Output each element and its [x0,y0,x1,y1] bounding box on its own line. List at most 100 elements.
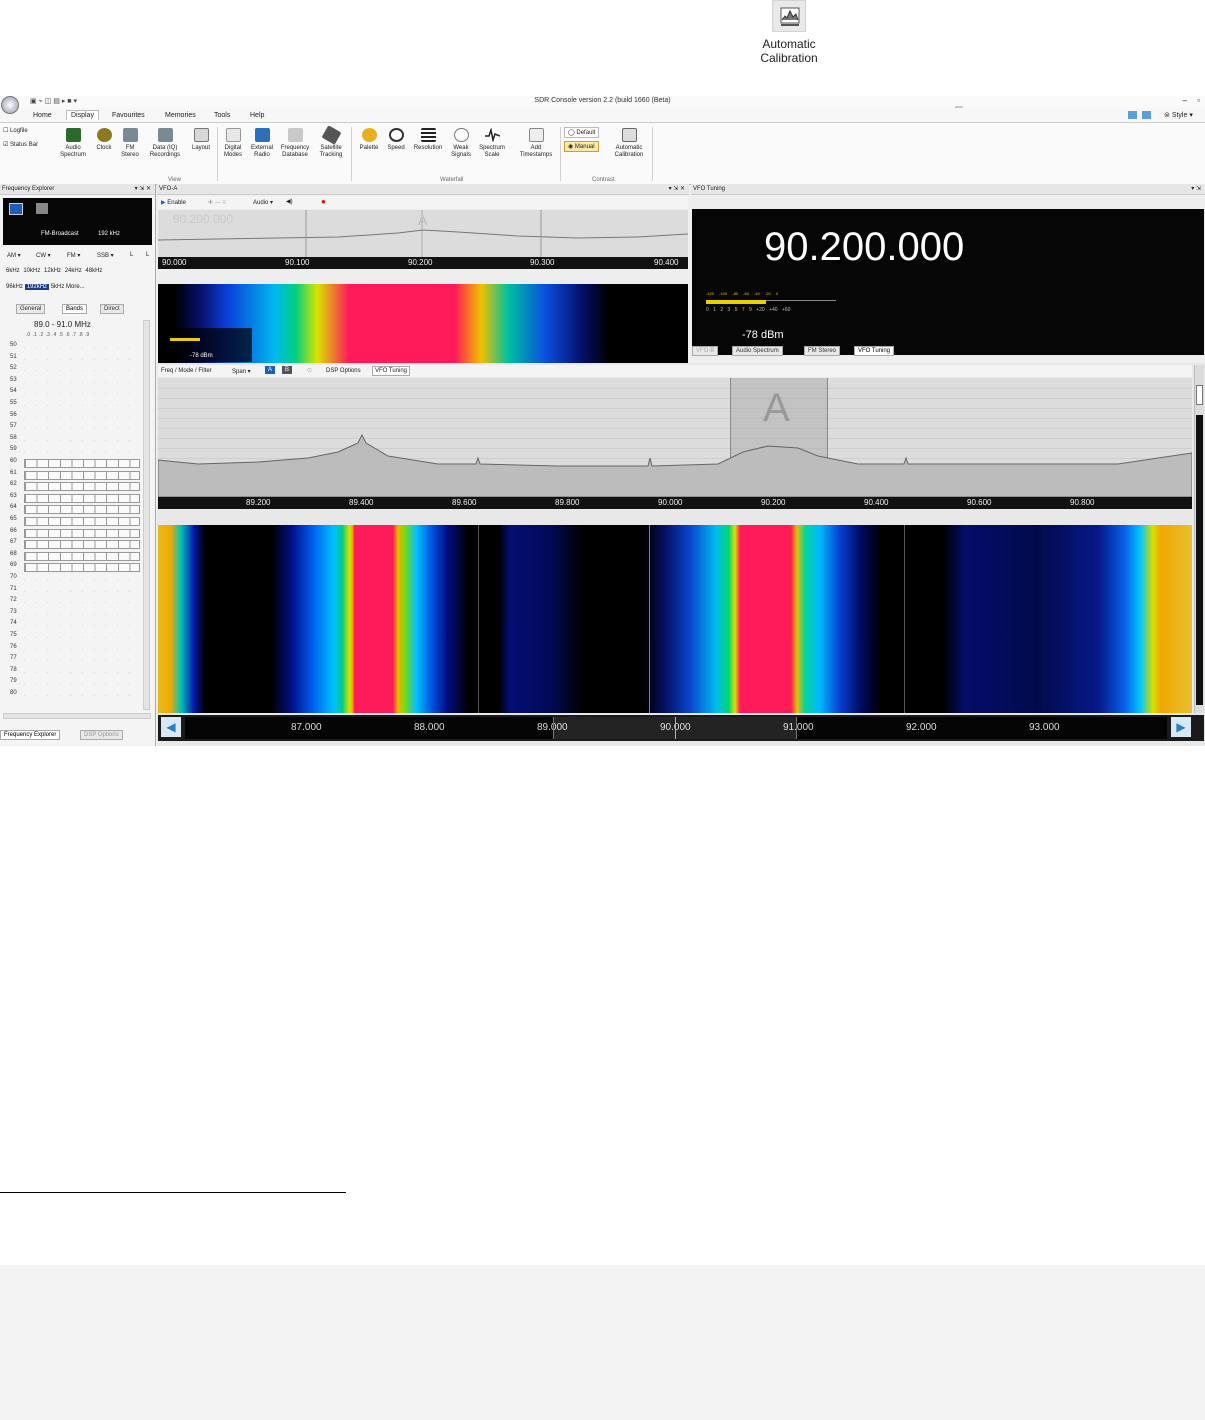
minimize-button[interactable]: – [1183,96,1187,105]
palette-button[interactable]: Palette [355,128,383,152]
menu-memories[interactable]: Memories [165,112,196,119]
logfile-toggle[interactable]: ☐ Logfile [3,127,28,134]
frequency-row-cells[interactable] [24,505,140,515]
status-bar-checkbox[interactable]: ☑ Status Bar [3,141,38,148]
layout-button[interactable]: Layout [188,128,214,152]
tab-frequency-explorer[interactable]: Frequency Explorer [0,730,61,740]
tuned-frequency[interactable]: 90.200.000 [764,225,964,270]
mode-l2-button[interactable]: L [146,252,149,258]
span-dropdown[interactable]: Span ▾ [232,368,251,375]
main-waterfall[interactable] [158,525,1192,713]
mode-cw-button[interactable]: CW ▾ [36,252,51,259]
satellite-tracking-button[interactable]: Satellite Tracking [313,125,349,159]
tab-vfo-tuning[interactable]: VFO Tuning [854,346,895,356]
data-recordings-button[interactable]: Data (IQ) Recordings [146,128,184,159]
tab-direct[interactable]: Direct [100,304,124,314]
frequency-row-cells[interactable] [24,671,140,673]
tab-dsp-options[interactable]: DSP Options [80,730,123,740]
frequency-row-cells[interactable] [24,451,140,453]
mode-l-button[interactable]: L [130,252,133,258]
right-level-scrollbar[interactable] [1194,365,1204,713]
frequency-row-cells[interactable] [24,551,140,561]
frequency-row-cells[interactable] [24,637,140,638]
frequency-row-cells[interactable] [24,381,140,383]
frequency-row-cells[interactable] [24,590,140,592]
frequency-row-cells[interactable] [24,579,140,580]
speed-button[interactable]: Speed [383,128,409,152]
weak-signals-button[interactable]: Weak Signals [447,128,475,159]
audio-dropdown[interactable]: Audio ▾ [253,199,273,206]
contrast-default-option[interactable]: ◯ Default [564,127,600,138]
band-overview-scale[interactable]: 87.00088.00089.00090.00091.00092.00093.0… [185,717,1167,739]
vfo-waterfall[interactable]: -78 dBm [158,284,688,371]
frequency-row-cells[interactable] [24,439,140,441]
layout-icon-2[interactable] [1142,111,1151,119]
frequency-row-cells[interactable] [24,625,140,627]
panel-controls-icon[interactable]: ▾ ⇲ ✕ [669,184,685,195]
frequency-row-cells[interactable] [24,370,140,372]
vfo-spectrum[interactable]: 90.200.000 A [158,210,688,257]
mode-am-button[interactable]: AM ▾ [7,252,21,259]
ribbon-automatic-calibration-button[interactable]: Automatic Calibration [608,128,650,159]
style-menu[interactable]: ⊜ Style ▾ [1164,111,1193,119]
spectrum-scale-button[interactable]: Spectrum Scale [474,127,510,159]
bw-12khz[interactable]: 12kHz [44,268,61,274]
horizontal-scrollbar[interactable] [3,713,151,719]
bw-6khz[interactable]: 6kHz [6,268,20,274]
frequency-row-cells[interactable] [24,648,140,650]
frequency-row-cells[interactable] [24,405,140,406]
frequency-row-cells[interactable] [24,695,140,696]
scroll-right-button[interactable]: ▶ [1171,717,1191,737]
main-spectrum-display[interactable]: A [158,378,1192,497]
restore-button[interactable]: ▫ [1197,96,1200,105]
clock-button[interactable]: Clock [92,128,116,152]
frequency-row-cells[interactable] [24,393,140,395]
bw-48khz[interactable]: 48kHz [85,268,102,274]
vfo-a-select-button[interactable]: A [265,366,276,374]
menu-tools[interactable]: Tools [214,112,230,119]
speaker-icon[interactable]: ◀) [286,198,293,205]
dsp-options-button[interactable]: DSP Options [326,368,361,374]
preset-a-icon[interactable] [9,203,23,215]
vfo-tuning-button[interactable]: VFO Tuning [372,366,411,376]
scroll-left-button[interactable]: ◀ [161,717,181,737]
frequency-row-cells[interactable] [24,563,140,573]
menu-display[interactable]: Display [66,110,99,120]
external-radio-button[interactable]: External Radio [247,128,277,159]
frequency-row-cells[interactable] [24,358,140,360]
mode-fm-button[interactable]: FM ▾ [67,252,80,259]
enable-button[interactable]: ▶ Enable [161,199,186,206]
app-orb-icon[interactable] [1,96,19,114]
frequency-row-cells[interactable] [24,602,140,604]
bw-more[interactable]: More... [66,284,85,290]
frequency-database-button[interactable]: Frequency Database [276,128,314,159]
vfo-b-select-button[interactable]: B [282,366,293,374]
digital-modes-button[interactable]: Digital Modes [219,128,247,159]
zoom-icon[interactable]: ⊙ [307,367,312,374]
add-timestamps-button[interactable]: Add Timestamps [514,128,558,159]
audio-spectrum-button[interactable]: Audio Spectrum [58,128,88,159]
menu-favourites[interactable]: Favourites [112,112,145,119]
resolution-button[interactable]: Resolution [409,128,447,152]
frequency-row-cells[interactable] [24,416,140,418]
record-icon[interactable]: ● [321,197,326,206]
frequency-row-cells[interactable] [24,613,140,615]
tab-vfo-b[interactable]: VFO-B [692,346,719,356]
layout-icon-1[interactable] [1128,111,1137,119]
bw-96khz[interactable]: 96kHz [6,284,23,290]
vertical-scrollbar[interactable] [143,320,150,710]
bw-24khz[interactable]: 24kHz [65,268,82,274]
menu-help[interactable]: Help [250,112,264,119]
frequency-row-cells[interactable] [24,683,140,685]
tab-audio-spectrum[interactable]: Audio Spectrum [732,346,783,356]
fm-stereo-button[interactable]: FM Stereo [118,128,142,159]
preset-b-icon[interactable] [36,203,48,214]
tab-fm-stereo[interactable]: FM Stereo [804,346,841,356]
panel-controls-icon[interactable]: ▾ ⇲ ✕ [135,184,151,195]
frequency-row-cells[interactable] [24,517,140,526]
frequency-row-cells[interactable] [24,428,140,430]
menu-home[interactable]: Home [33,112,52,119]
frequency-row-cells[interactable] [24,528,140,538]
frequency-row-cells[interactable] [24,347,140,348]
mode-ssb-button[interactable]: SSB ▾ [97,252,114,259]
